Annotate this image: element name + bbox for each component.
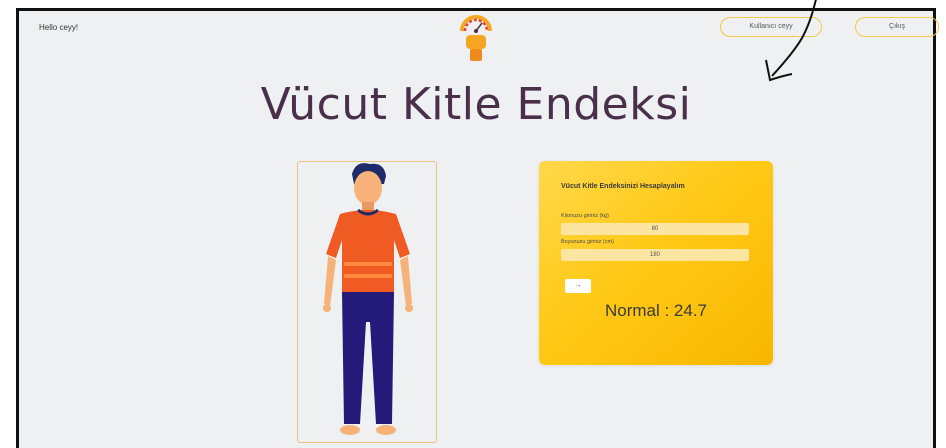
user-button[interactable]: Kullanıcı ceyy [720, 17, 822, 37]
calculate-button[interactable]: → [565, 279, 591, 293]
app-window: Hello ceyy! Kullanıcı ceyy Çıkış Vücut K… [16, 8, 939, 448]
weight-input[interactable]: 80 [561, 223, 749, 235]
page-title: Vücut Kitle Endeksi [260, 79, 692, 130]
calculator-heading: Vücut Kitle Endeksinizi Hesaplayalım [561, 183, 685, 190]
bmi-result: Normal : 24.7 [604, 301, 708, 320]
exit-button[interactable]: Çıkış [855, 17, 939, 37]
greeting-text: Hello ceyy! [39, 23, 79, 32]
height-label: Boyunuzu giriniz (cm) [561, 239, 614, 245]
bmi-calculator-card: Vücut Kitle Endeksinizi Hesaplayalım Kil… [539, 161, 773, 365]
person-illustration [323, 163, 413, 435]
gauge-person-icon [460, 15, 492, 61]
body-figure-frame [297, 161, 437, 443]
weight-label: Kilonuzu giriniz (kg) [561, 213, 609, 219]
height-input[interactable]: 180 [561, 249, 749, 261]
